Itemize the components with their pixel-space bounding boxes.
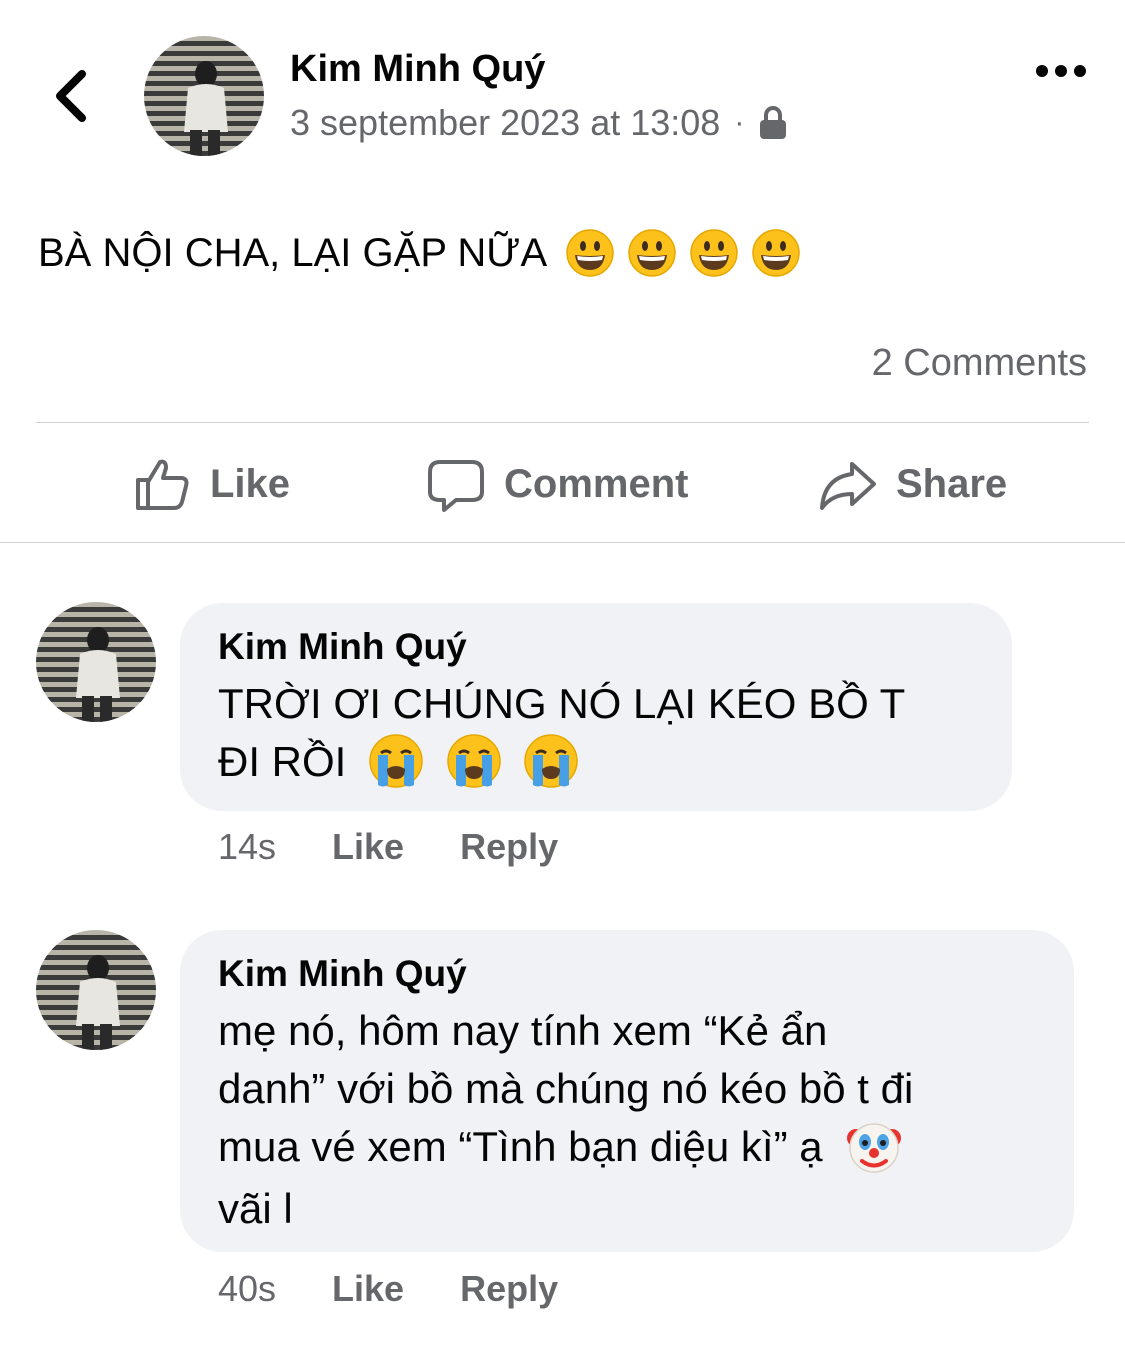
comment-button[interactable]: Comment xyxy=(426,452,688,516)
comment-actions: 40s Like Reply xyxy=(218,1268,614,1310)
person-silhouette-icon xyxy=(76,627,120,722)
comment-label: Comment xyxy=(504,461,689,506)
more-options-button[interactable] xyxy=(1036,56,1096,86)
loudly-crying-face-emoji-icon xyxy=(446,733,502,789)
comment-like-button[interactable]: Like xyxy=(332,826,404,868)
comment-avatar[interactable] xyxy=(36,602,156,722)
post-text-content: BÀ NỘI CHA, LẠI GẶP NỮA xyxy=(38,230,548,275)
comment-reply-button[interactable]: Reply xyxy=(460,826,558,868)
more-dot-icon xyxy=(1074,65,1086,77)
grinning-face-emoji-icon xyxy=(751,228,801,278)
comment-author[interactable]: Kim Minh Quý xyxy=(218,952,1036,996)
comment-text-line: danh” với bồ mà chúng nó kéo bồ t đi xyxy=(218,1065,914,1112)
divider xyxy=(0,542,1125,543)
person-silhouette-icon xyxy=(184,61,228,156)
share-label: Share xyxy=(896,461,1008,506)
thumbs-up-icon xyxy=(136,459,189,510)
post-meta: 3 september 2023 at 13:08 · xyxy=(290,102,788,144)
post-text: BÀ NỘI CHA, LẠI GẶP NỮA xyxy=(38,228,801,278)
comment-text-line: mẹ nó, hôm nay tính xem “Kẻ ẩn xyxy=(218,1007,828,1054)
more-dot-icon xyxy=(1055,65,1067,77)
comment-reply-button[interactable]: Reply xyxy=(460,1268,558,1310)
comment-like-button[interactable]: Like xyxy=(332,1268,404,1310)
comments-count[interactable]: 2 Comments xyxy=(872,342,1087,385)
chevron-left-icon xyxy=(56,70,86,122)
comment-text-line: TRỜI ƠI CHÚNG NÓ LẠI KÉO BỒ T xyxy=(218,680,906,727)
avatar[interactable] xyxy=(144,36,264,156)
lock-icon[interactable] xyxy=(758,105,788,141)
person-silhouette-icon xyxy=(76,955,120,1050)
comment-avatar[interactable] xyxy=(36,930,156,1050)
loudly-crying-face-emoji-icon xyxy=(523,733,579,789)
comment-time[interactable]: 14s xyxy=(218,826,276,868)
comment-text-line: ĐI RỒI xyxy=(218,738,347,785)
like-button[interactable]: Like xyxy=(132,452,290,516)
loudly-crying-face-emoji-icon xyxy=(368,733,424,789)
clown-face-emoji-icon xyxy=(844,1116,904,1176)
comment-text-line: vãi l xyxy=(218,1184,293,1232)
post-timestamp[interactable]: 3 september 2023 at 13:08 xyxy=(290,102,720,144)
share-button[interactable]: Share xyxy=(818,452,1007,516)
grinning-face-emoji-icon xyxy=(689,228,739,278)
comment-bubble[interactable]: Kim Minh Quý mẹ nó, hôm nay tính xem “Kẻ… xyxy=(180,930,1074,1252)
like-label: Like xyxy=(210,461,291,506)
comment-text-line-with-emojis: ĐI RỒI xyxy=(218,733,974,793)
comment-text-line-with-emojis: mua vé xem “Tình bạn diệu kì” ạ xyxy=(218,1118,1036,1180)
grinning-face-emoji-icon xyxy=(565,228,615,278)
divider xyxy=(36,422,1089,423)
post-author-name[interactable]: Kim Minh Quý xyxy=(290,48,545,91)
comment-author[interactable]: Kim Minh Quý xyxy=(218,625,974,669)
post-detail-page: Kim Minh Quý 3 september 2023 at 13:08 ·… xyxy=(0,0,1125,1345)
back-button[interactable] xyxy=(48,66,98,126)
meta-separator: · xyxy=(734,106,745,139)
comment-time[interactable]: 40s xyxy=(218,1268,276,1310)
share-arrow-icon xyxy=(820,462,876,510)
comment-bubble[interactable]: Kim Minh Quý TRỜI ƠI CHÚNG NÓ LẠI KÉO BỒ… xyxy=(180,603,1012,811)
comment-text-line: mua vé xem “Tình bạn diệu kì” ạ xyxy=(218,1123,823,1170)
comment-text: mẹ nó, hôm nay tính xem “Kẻ ẩn danh” với… xyxy=(218,1002,1036,1238)
more-dot-icon xyxy=(1036,65,1048,77)
grinning-face-emoji-icon xyxy=(627,228,677,278)
comment-actions: 14s Like Reply xyxy=(218,826,614,868)
speech-bubble-icon xyxy=(428,460,484,512)
comment-text: TRỜI ƠI CHÚNG NÓ LẠI KÉO BỒ T ĐI RỒI xyxy=(218,675,974,793)
